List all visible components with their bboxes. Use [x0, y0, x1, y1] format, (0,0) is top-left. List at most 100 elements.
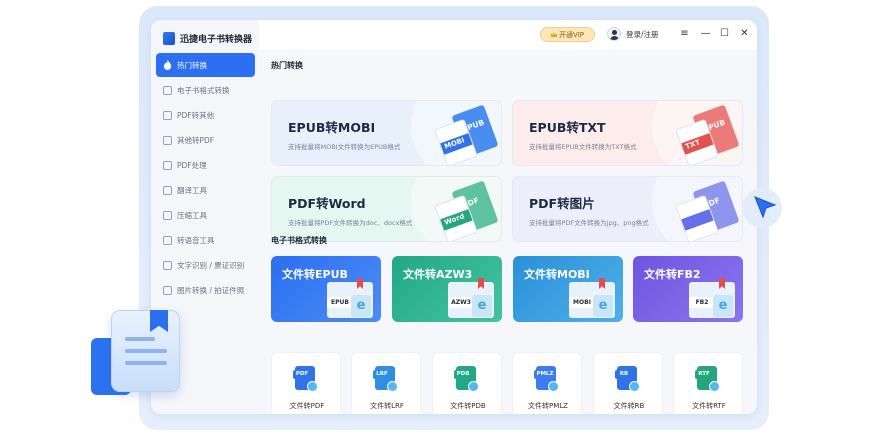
- file-format-tag: PDF: [293, 370, 311, 379]
- ebook-e-icon: e: [713, 295, 733, 317]
- book-icon: [163, 85, 172, 95]
- vip-button[interactable]: 开通VIP: [540, 27, 595, 42]
- small-card-label: 文件转LRF: [370, 402, 404, 410]
- hot-card-3[interactable]: PDF转图片 支持批量将PDF文件转换为jpg、png格式 PDF: [512, 176, 743, 242]
- main-content: 热门转换 EPUB转MOBI 支持批量将MOBI文件转换为EPUB格式 EPUB MO…: [259, 50, 757, 414]
- hot-card-desc: 支持批量将PDF文件转换为jpg、png格式: [529, 219, 649, 227]
- image-icon: [163, 285, 172, 295]
- format-card-3[interactable]: 文件转FB2 FB2 e: [633, 256, 743, 322]
- format-card-0[interactable]: 文件转EPUB EPUB e: [271, 256, 381, 322]
- file-format-tag: PDB: [454, 370, 472, 379]
- sidebar-item-label: 压缩工具: [177, 210, 207, 220]
- translate-icon: [163, 185, 172, 195]
- minimize-icon[interactable]: —: [700, 28, 711, 39]
- format-card-2[interactable]: 文件转MOBI MOBI e: [513, 256, 623, 322]
- login-button[interactable]: 登录/注册: [607, 26, 659, 42]
- file-format-tag: PMLZ: [534, 370, 556, 379]
- hot-card-title: PDF转Word: [288, 196, 366, 211]
- source-format-tag: TXT: [684, 138, 702, 151]
- cursor-arrow-icon: [754, 196, 777, 219]
- doc-band: MOBI: [440, 133, 473, 155]
- compress-icon: [163, 210, 172, 220]
- app-title-text: 迅捷电子书转换器: [180, 34, 253, 45]
- format-card-title: 文件转MOBI: [524, 268, 590, 281]
- hot-card-title: EPUB转MOBI: [288, 120, 376, 135]
- source-format-tag: MOBI: [443, 136, 466, 151]
- avatar-icon: [607, 27, 621, 41]
- sidebar-item-6[interactable]: 压缩工具: [156, 203, 255, 227]
- hot-section-title: 热门转换: [271, 61, 303, 70]
- format-tag: EPUB: [327, 297, 353, 308]
- small-format-card-2[interactable]: PDB 文件转PDB: [432, 352, 502, 414]
- sidebar-nav: 热门转换电子书格式转换 PDF转其他其他转PDF PDF处理翻译工具压缩工具转语音工…: [156, 53, 255, 303]
- format-section-title: 电子书格式转换: [271, 236, 327, 245]
- audio-icon: [163, 235, 172, 245]
- hot-card-title: PDF转图片: [529, 196, 595, 211]
- hot-card-desc: 支持批量将PDF文件转换为doc、docx格式: [288, 219, 413, 227]
- app-window: 迅捷电子书转换器 热门转换电子书格式转换 PDF转其他其他转PDF PDF处理翻译工…: [151, 20, 757, 414]
- top-bar: 开通VIP 登录/注册 ≡ — ☐ ✕: [259, 20, 757, 50]
- hot-card-desc: 支持批量将EPUB文件转换为TXT格式: [529, 143, 637, 151]
- stage: 迅捷电子书转换器 热门转换电子书格式转换 PDF转其他其他转PDF PDF处理翻译工…: [0, 0, 872, 436]
- doc-band: [681, 209, 714, 231]
- sidebar-item-9[interactable]: 图片转换 / 拍证件照: [156, 278, 255, 302]
- sidebar-item-label: PDF转其他: [177, 110, 215, 120]
- sidebar-item-0[interactable]: 热门转换: [156, 53, 255, 77]
- menu-icon[interactable]: ≡: [679, 28, 690, 39]
- sidebar-item-7[interactable]: 转语音工具: [156, 228, 255, 252]
- small-format-card-4[interactable]: RB 文件转RB: [593, 352, 663, 414]
- format-tag: FB2: [689, 297, 715, 308]
- small-card-label: 文件转RB: [613, 402, 645, 410]
- sidebar-item-2[interactable]: PDF转其他: [156, 103, 255, 127]
- sidebar-item-5[interactable]: 翻译工具: [156, 178, 255, 202]
- small-format-card-1[interactable]: LRF 文件转LRF: [351, 352, 421, 414]
- format-card-title: 文件转FB2: [644, 268, 701, 281]
- doc-band: TXT: [681, 133, 714, 155]
- sidebar-item-label: 转语音工具: [177, 235, 215, 245]
- format-card-1[interactable]: 文件转AZW3 AZW3 e: [392, 256, 502, 322]
- sidebar-item-1[interactable]: 电子书格式转换: [156, 78, 255, 102]
- sidebar-item-4[interactable]: PDF处理: [156, 153, 255, 177]
- maximize-icon[interactable]: ☐: [719, 28, 730, 39]
- file-format-tag: RTF: [695, 370, 713, 379]
- ocr-icon: [163, 260, 172, 270]
- hot-card-1[interactable]: EPUB转TXT 支持批量将EPUB文件转换为TXT格式 EPUB TXT: [512, 100, 743, 166]
- small-card-label: 文件转RTF: [692, 402, 726, 410]
- format-tag: MOBI: [569, 297, 595, 308]
- ebook-e-icon: e: [593, 295, 613, 317]
- hot-card-0[interactable]: EPUB转MOBI 支持批量将MOBI文件转换为EPUB格式 EPUB MOBI: [271, 100, 502, 166]
- hot-card-title: EPUB转TXT: [529, 120, 606, 135]
- ebook-e-icon: e: [351, 295, 371, 317]
- convert-badge-icon: [468, 381, 479, 392]
- sidebar-item-8[interactable]: 文字识别 / 票证识别: [156, 253, 255, 277]
- file-format-tag: RB: [615, 370, 633, 379]
- sidebar-item-label: 电子书格式转换: [177, 85, 230, 95]
- format-card-title: 文件转EPUB: [282, 268, 348, 281]
- source-format-tag: Word: [443, 212, 466, 227]
- convert-badge-icon: [709, 381, 720, 392]
- convert-badge-icon: [629, 381, 640, 392]
- small-card-label: 文件转PMLZ: [528, 402, 568, 410]
- pdf-tool-icon: [163, 160, 172, 170]
- small-format-card-0[interactable]: PDF 文件转PDF: [271, 352, 341, 414]
- login-label: 登录/注册: [626, 29, 659, 39]
- close-icon[interactable]: ✕: [739, 28, 750, 39]
- vip-label: 开通VIP: [558, 30, 585, 39]
- small-format-card-5[interactable]: RTF 文件转RTF: [673, 352, 743, 414]
- convert-badge-icon: [387, 381, 398, 392]
- app-title: 迅捷电子书转换器: [163, 26, 252, 50]
- sidebar-item-label: 图片转换 / 拍证件照: [177, 285, 245, 295]
- small-card-label: 文件转PDF: [289, 402, 325, 410]
- decorative-document-icon: [111, 310, 180, 392]
- hot-card-2[interactable]: PDF转Word 支持批量将PDF文件转换为doc、docx格式 PDF Word: [271, 176, 502, 242]
- sidebar-item-label: PDF处理: [177, 160, 207, 170]
- sidebar-item-3[interactable]: 其他转PDF: [156, 128, 255, 152]
- small-format-card-3[interactable]: PMLZ 文件转PMLZ: [512, 352, 582, 414]
- app-logo-icon: [163, 31, 175, 45]
- pdf-import-icon: [163, 135, 172, 145]
- small-card-label: 文件转PDB: [450, 402, 486, 410]
- sidebar-item-label: 文字识别 / 票证识别: [177, 260, 245, 270]
- ebook-e-icon: e: [472, 295, 492, 317]
- pdf-export-icon: [163, 110, 172, 120]
- fire-icon: [163, 60, 172, 70]
